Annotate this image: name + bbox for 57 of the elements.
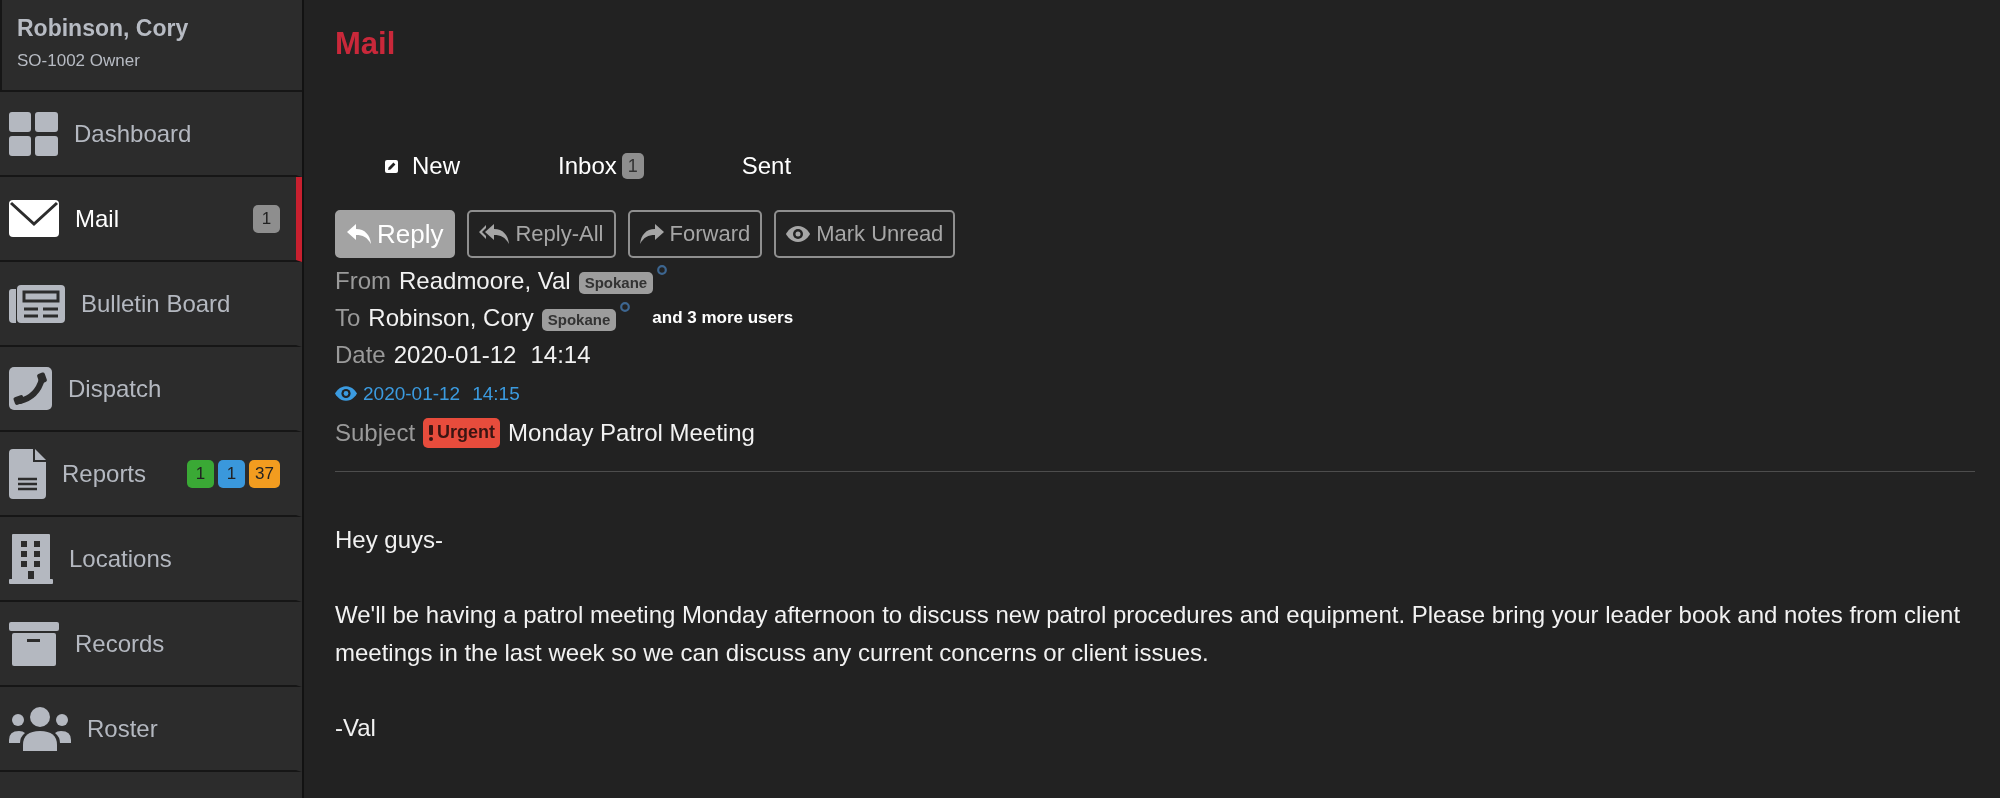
eye-icon [786, 226, 811, 242]
page-title: Mail [335, 25, 397, 63]
action-button[interactable]: Forward [627, 210, 763, 258]
user-role: SO-1002 Owner [17, 50, 141, 72]
count-badge: 1 [218, 459, 246, 488]
more-recipients-link[interactable]: and 3 more users [652, 307, 794, 328]
eye-icon [335, 386, 357, 401]
document-icon [9, 448, 46, 499]
tab[interactable]: Inbox 1 [558, 152, 644, 180]
field-label: Date [335, 340, 386, 369]
count-badge: 37 [249, 459, 280, 488]
priority-label: Urgent [437, 422, 496, 443]
sender-name: Readmoore, Val [399, 266, 571, 295]
archive-box-icon [9, 621, 59, 666]
edit-icon [385, 159, 398, 173]
forward-icon [639, 224, 664, 244]
count-badge: 1 [621, 153, 644, 179]
tab[interactable]: Sent [741, 152, 792, 180]
message-paragraph: Hey guys- [335, 525, 445, 555]
location-tag: Spokane [578, 272, 654, 294]
message-paragraph: -Val [335, 713, 377, 743]
phone-icon [9, 367, 52, 410]
nav-item[interactable]: Roster [0, 687, 302, 772]
nav-item[interactable]: Reports 1 1 37 [0, 432, 302, 517]
message-paragraph: We'll be having a patrol meeting Monday afternoon to discuss new patrol procedures and equipment. Please bring your leader book and notes from client meetings in the last week so we can discuss any current concerns or client issues. [335, 600, 1962, 668]
sent-time: 14:14 [530, 340, 591, 369]
nav-item[interactable]: Dispatch [0, 347, 302, 432]
field-label: To [335, 303, 361, 332]
user-name: Robinson, Cory [17, 14, 190, 42]
newspaper-icon [9, 284, 65, 323]
reply-all-icon [479, 224, 510, 244]
sent-date: 2020-01-12 [393, 340, 517, 369]
exclamation-icon [428, 424, 435, 441]
reply-icon [347, 224, 371, 244]
subject-text: Monday Patrol Meeting [508, 418, 755, 447]
tab[interactable]: New [385, 152, 460, 180]
nav-item[interactable]: Locations [0, 517, 302, 602]
envelope-icon [9, 200, 59, 237]
status-ring-icon [657, 265, 668, 275]
nav-item[interactable]: Bulletin Board [0, 262, 302, 347]
field-label: Subject [335, 418, 416, 447]
nav-item[interactable]: Dashboard [0, 92, 302, 177]
count-badge: 1 [187, 459, 215, 488]
location-tag: Spokane [541, 309, 617, 331]
recipient-name: Robinson, Cory [368, 303, 534, 332]
status-ring-icon [620, 302, 631, 312]
nav-item[interactable]: Records [0, 602, 302, 687]
read-time: 14:15 [472, 382, 520, 405]
action-button[interactable]: Reply-All [467, 210, 616, 258]
action-button[interactable]: Mark Unread [774, 210, 956, 258]
count-badge: 1 [253, 204, 280, 233]
grid-icon [9, 111, 58, 156]
field-label: From [335, 266, 391, 295]
read-date: 2020-01-12 [363, 382, 461, 405]
users-icon [9, 706, 71, 751]
building-icon [9, 533, 53, 584]
nav-item[interactable]: Mail 1 [0, 177, 302, 262]
